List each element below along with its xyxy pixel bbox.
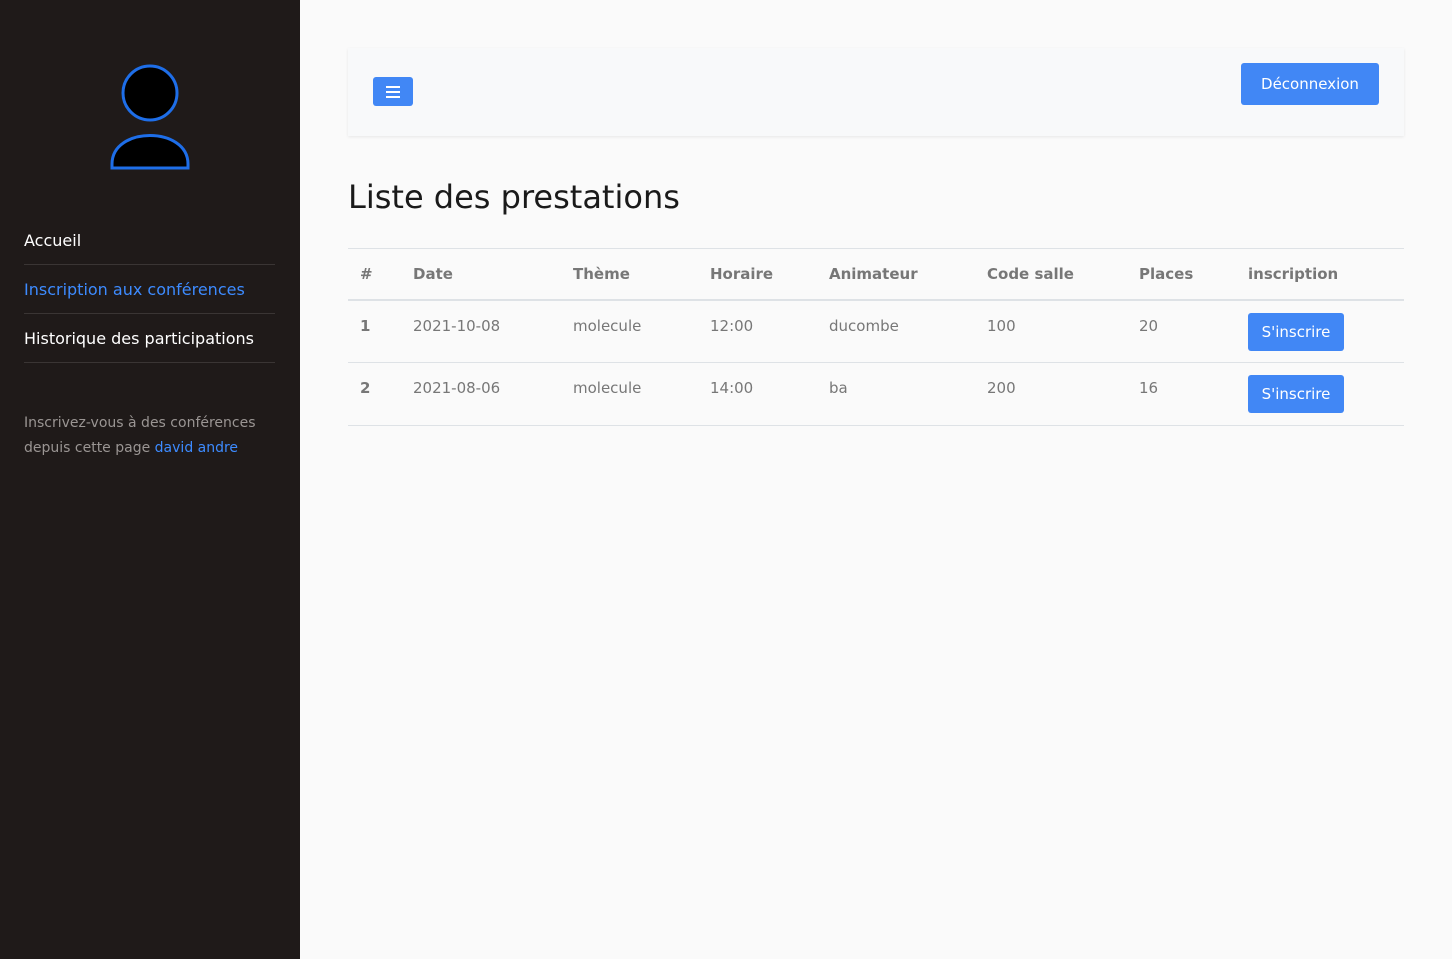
col-animateur-cell: ba <box>817 362 975 426</box>
sidebar-item-historique[interactable]: Historique des participations <box>24 314 275 363</box>
col-horaire-header: Horaire <box>698 248 817 301</box>
col-number-cell: 2 <box>348 362 401 426</box>
signup-button[interactable]: S'inscrire <box>1248 312 1344 351</box>
col-places-cell: 20 <box>1127 299 1236 363</box>
prestations-table: # Date Thème Horaire Animateur Code salle Plac… <box>348 248 1404 426</box>
table-row: 2 2021-08-06 molecule 14:00 ba 200 16 S'inscrir… <box>348 362 1404 426</box>
sidebar-item-inscription[interactable]: Inscription aux conférences <box>24 265 275 314</box>
col-animateur-header: Animateur <box>817 248 975 301</box>
sidebar-item-accueil[interactable]: Accueil <box>24 216 275 265</box>
signup-button[interactable]: S'inscrire <box>1248 375 1344 413</box>
prestations-table-wrap: # Date Thème Horaire Animateur Code salle Plac… <box>348 248 1404 426</box>
top-navbar: Déconnexion <box>348 48 1404 136</box>
user-name-link[interactable]: david andre <box>155 440 238 456</box>
table-row: 1 2021-10-08 molecule 12:00 ducombe 100 20 S'in… <box>348 299 1404 363</box>
col-code-salle-cell: 200 <box>975 362 1127 426</box>
sidebar-nav: Accueil Inscription aux conférences Hist… <box>24 216 275 363</box>
inscription-cell: S'inscrire <box>1236 299 1404 363</box>
col-horaire-cell: 14:00 <box>698 362 817 426</box>
col-inscription-header: inscription <box>1236 248 1404 301</box>
table-header-row: # Date Thème Horaire Animateur Code salle Plac… <box>348 248 1404 301</box>
menu-toggle-button[interactable] <box>373 77 413 106</box>
sidebar: Accueil Inscription aux conférences Hist… <box>0 0 300 959</box>
col-places-cell: 16 <box>1127 362 1236 426</box>
inscription-cell: S'inscrire <box>1236 362 1404 426</box>
col-theme-header: Thème <box>561 248 698 301</box>
col-animateur-cell: ducombe <box>817 299 975 363</box>
col-number-header: # <box>348 248 401 301</box>
col-date-cell: 2021-08-06 <box>401 362 561 426</box>
col-number-cell: 1 <box>348 299 401 363</box>
col-horaire-cell: 12:00 <box>698 299 817 363</box>
table-body: 1 2021-10-08 molecule 12:00 ducombe 100 20 S'in… <box>348 299 1404 426</box>
page-title: Liste des prestations <box>348 178 680 216</box>
logout-button[interactable]: Déconnexion <box>1241 63 1379 105</box>
avatar-icon <box>108 64 192 170</box>
hamburger-icon <box>386 85 400 98</box>
col-date-header: Date <box>401 248 561 301</box>
col-places-header: Places <box>1127 248 1236 301</box>
col-theme-cell: molecule <box>561 362 698 426</box>
col-code-salle-cell: 100 <box>975 299 1127 363</box>
col-code-salle-header: Code salle <box>975 248 1127 301</box>
sidebar-footer: Inscrivez-vous à des conférences depuis … <box>24 411 280 461</box>
col-theme-cell: molecule <box>561 299 698 363</box>
col-date-cell: 2021-10-08 <box>401 299 561 363</box>
